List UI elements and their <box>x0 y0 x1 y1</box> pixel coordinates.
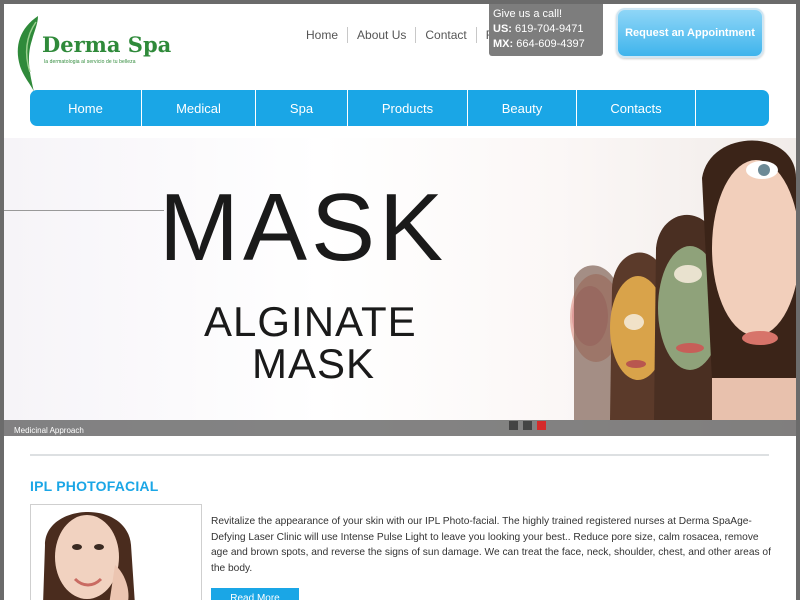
main-nav: Home Medical Spa Products Beauty Contact… <box>30 90 769 126</box>
nav-item-medical[interactable]: Medical <box>142 90 256 126</box>
us-phone-line[interactable]: US: 619-704-9471 <box>493 22 603 37</box>
banner-line <box>4 210 164 211</box>
banner-subline-1: ALGINATE <box>204 298 417 345</box>
hero-banner[interactable]: MASK ALGINATE MASK Medicinal Approach <box>4 138 796 436</box>
section-thumbnail <box>30 504 202 600</box>
slider-dots <box>509 421 546 430</box>
page: Derma Spa la dermatologia al servicio de… <box>4 4 796 600</box>
section-description: Revitalize the appearance of your skin w… <box>211 516 771 574</box>
mx-label: MX: <box>493 38 514 50</box>
mx-phone-line[interactable]: MX: 664-609-4397 <box>493 37 603 52</box>
top-link-about[interactable]: About Us <box>347 27 415 43</box>
nav-item-beauty[interactable]: Beauty <box>468 90 577 126</box>
slider-dot-2[interactable] <box>523 421 532 430</box>
mx-phone: 664-609-4397 <box>516 38 585 50</box>
faces-image <box>570 140 796 420</box>
section-divider <box>30 454 769 456</box>
banner-subline-2: MASK <box>252 340 376 387</box>
logo[interactable]: Derma Spa la dermatologia al servicio de… <box>12 14 171 92</box>
nav-item-products[interactable]: Products <box>348 90 468 126</box>
logo-text: Derma Spa <box>42 32 172 57</box>
nav-item-home[interactable]: Home <box>30 90 142 126</box>
slider-dot-1[interactable] <box>509 421 518 430</box>
top-link-contact[interactable]: Contact <box>415 27 475 43</box>
slider-dot-3[interactable] <box>537 421 546 430</box>
nav-item-empty[interactable] <box>696 90 769 126</box>
us-phone: 619-704-9471 <box>515 23 584 35</box>
slide-caption-bar: Medicinal Approach <box>4 420 796 436</box>
nav-item-contacts[interactable]: Contacts <box>577 90 696 126</box>
banner-headline: MASK <box>159 174 448 281</box>
read-more-button[interactable]: Read More <box>211 588 299 600</box>
top-link-home[interactable]: Home <box>297 27 347 43</box>
call-heading: Give us a call! <box>493 8 563 20</box>
woman-portrait-image <box>31 505 201 600</box>
section-title: IPL PHOTOFACIAL <box>30 478 159 494</box>
logo-tagline: la dermatologia al servicio de tu bellez… <box>44 59 136 65</box>
nav-item-spa[interactable]: Spa <box>256 90 348 126</box>
request-appointment-button[interactable]: Request an Appointment <box>616 8 764 58</box>
us-label: US: <box>493 23 512 35</box>
slide-caption: Medicinal Approach <box>14 426 84 435</box>
call-box: Give us a call! US: 619-704-9471 MX: 664… <box>489 4 603 56</box>
